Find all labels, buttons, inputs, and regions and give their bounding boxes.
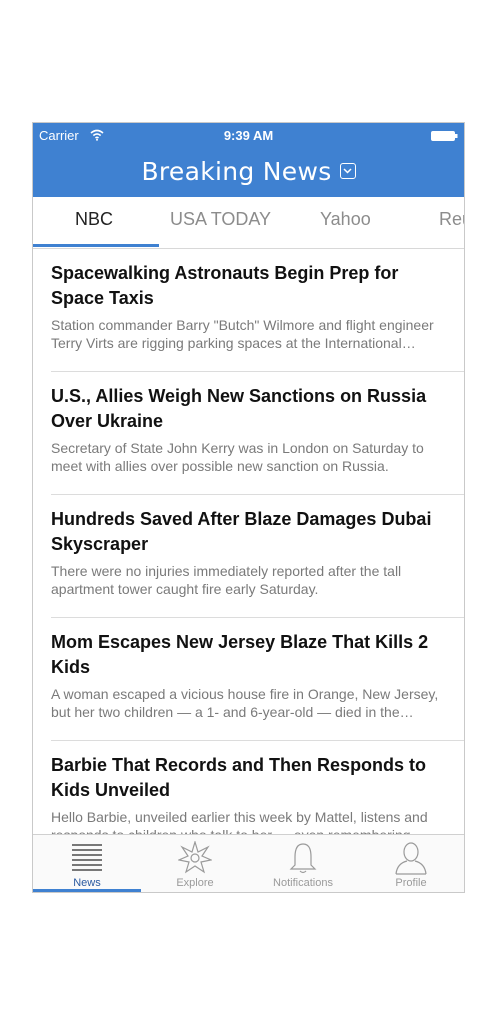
list-item[interactable]: Barbie That Records and Then Responds to… xyxy=(51,741,464,836)
source-tabs: NBC USA TODAY Yahoo Reu xyxy=(33,197,464,249)
title-dropdown[interactable]: Breaking News xyxy=(33,151,464,191)
article-list[interactable]: Spacewalking Astronauts Begin Prep for S… xyxy=(33,249,464,836)
page-title: Breaking News xyxy=(141,156,332,186)
article-title: Spacewalking Astronauts Begin Prep for S… xyxy=(51,263,399,308)
article-summary: Hello Barbie, unveiled earlier this week… xyxy=(51,809,428,836)
tab-label-notifications: Notifications xyxy=(273,877,333,889)
tab-yahoo[interactable]: Yahoo xyxy=(320,209,371,230)
tab-usa-today[interactable]: USA TODAY xyxy=(170,209,271,230)
bell-icon xyxy=(289,843,317,874)
article-summary: There were no injuries immediately repor… xyxy=(51,563,402,597)
tab-label-profile: Profile xyxy=(395,877,427,889)
profile-icon xyxy=(395,842,427,875)
news-icon xyxy=(72,844,102,871)
compass-icon xyxy=(178,841,212,874)
tab-label-explore: Explore xyxy=(176,877,214,889)
list-item[interactable]: U.S., Allies Weigh New Sanctions on Russ… xyxy=(51,372,464,495)
bottom-tab-bar: News Explore Notifications Profile xyxy=(33,834,464,892)
phone-screen: Carrier 9:39 AM Breaking News NBC USA TO… xyxy=(32,122,465,893)
active-tab-indicator xyxy=(33,244,159,247)
article-summary: Secretary of State John Kerry was in Lon… xyxy=(51,440,424,474)
article-title: Mom Escapes New Jersey Blaze That Kills … xyxy=(51,632,429,677)
status-time: 9:39 AM xyxy=(223,128,274,143)
article-title: Barbie That Records and Then Responds to… xyxy=(51,755,427,800)
battery-icon xyxy=(431,131,458,141)
tab-label-news: News xyxy=(73,877,101,889)
tab-profile[interactable]: Profile xyxy=(357,835,464,892)
nav-header: Carrier 9:39 AM Breaking News xyxy=(33,123,464,197)
list-item[interactable]: Mom Escapes New Jersey Blaze That Kills … xyxy=(51,618,464,741)
article-summary: A woman escaped a vicious house fire in … xyxy=(51,686,439,720)
tab-reuters[interactable]: Reu xyxy=(439,209,464,230)
tab-notifications[interactable]: Notifications xyxy=(249,835,357,892)
list-item[interactable]: Spacewalking Astronauts Begin Prep for S… xyxy=(51,249,464,372)
active-tab-indicator xyxy=(33,889,141,892)
tab-news[interactable]: News xyxy=(33,835,141,892)
list-item[interactable]: Hundreds Saved After Blaze Damages Dubai… xyxy=(51,495,464,618)
chevron-down-icon xyxy=(339,163,356,179)
article-summary: Station commander Barry "Butch" Wilmore … xyxy=(51,317,434,351)
article-title: Hundreds Saved After Blaze Damages Dubai… xyxy=(51,509,432,554)
article-title: U.S., Allies Weigh New Sanctions on Russ… xyxy=(51,386,427,431)
status-bar: Carrier 9:39 AM xyxy=(33,127,464,145)
tab-explore[interactable]: Explore xyxy=(141,835,249,892)
tab-nbc[interactable]: NBC xyxy=(75,209,113,230)
